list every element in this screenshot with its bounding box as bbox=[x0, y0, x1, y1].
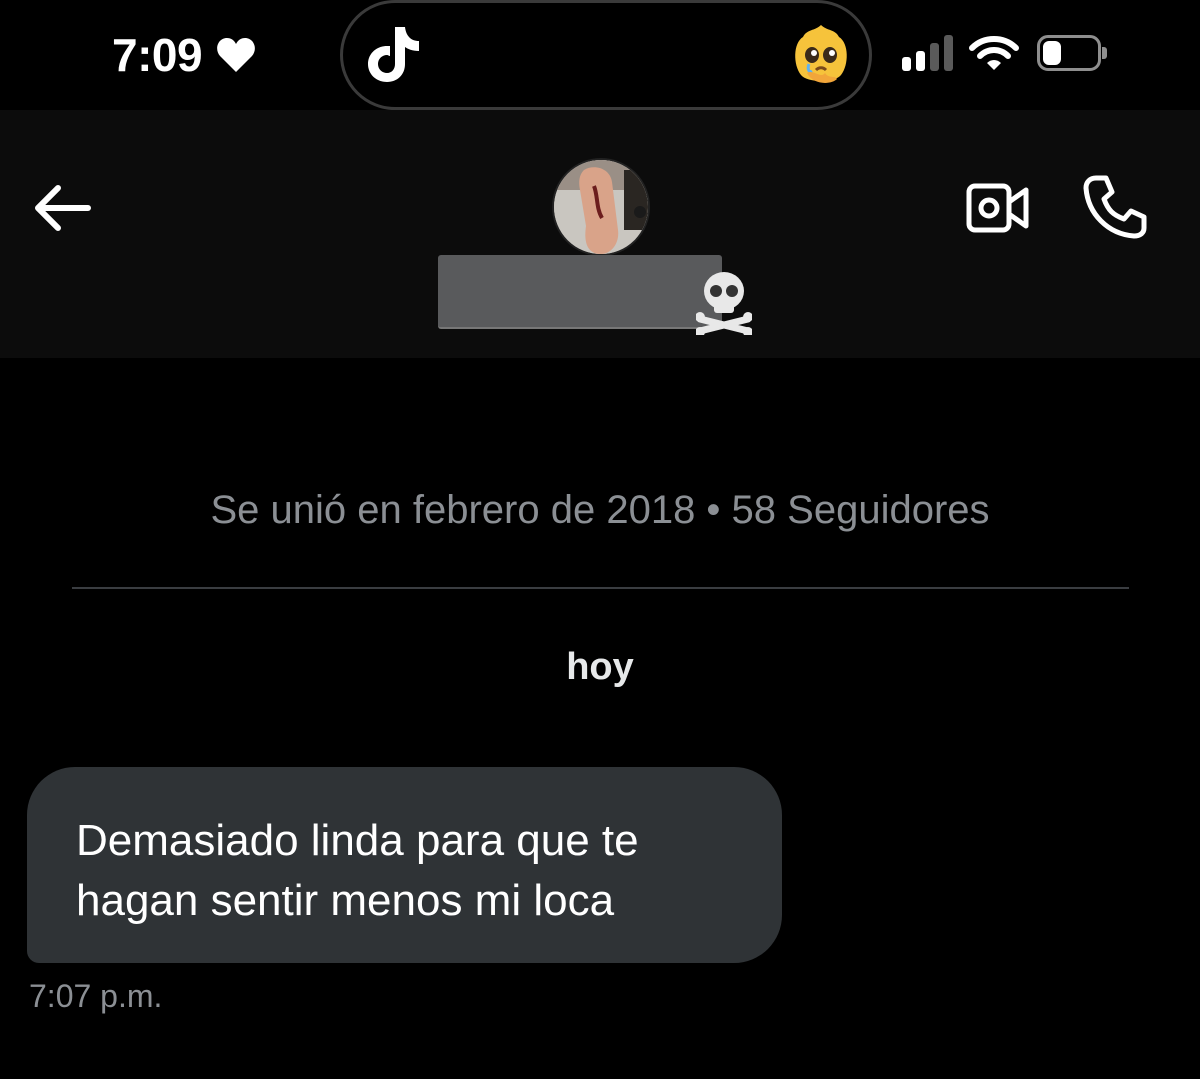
status-bar: 7:09 bbox=[0, 0, 1200, 110]
skull-crossbones-emoji bbox=[696, 272, 752, 335]
message-timestamp: 7:07 p.m. bbox=[29, 978, 163, 1014]
pleading-face-emoji bbox=[795, 25, 847, 83]
wifi-icon bbox=[969, 36, 1019, 70]
status-clock: 7:09 bbox=[112, 29, 203, 81]
avatar-image bbox=[554, 160, 648, 254]
profile-joined-info: Se unió en febrero de 2018 • 58 Seguidor… bbox=[210, 488, 990, 532]
video-camera-icon[interactable] bbox=[966, 180, 1030, 236]
phone-icon[interactable] bbox=[1082, 174, 1148, 240]
heart-icon bbox=[217, 38, 255, 72]
signal-bar bbox=[944, 35, 953, 71]
status-indicators bbox=[902, 34, 1107, 72]
dm-conversation-screen: 7:09 Se unió en febrero de 2018 • 58 Seg… bbox=[0, 0, 1200, 1079]
signal-bar bbox=[916, 51, 925, 71]
signal-bar bbox=[930, 43, 939, 71]
tiktok-icon bbox=[368, 27, 419, 82]
message-text: Demasiado linda para que te hagan sentir… bbox=[76, 816, 639, 925]
conversation-header bbox=[0, 110, 1200, 358]
battery-fill bbox=[1043, 41, 1061, 65]
divider bbox=[72, 587, 1129, 589]
battery-icon bbox=[1037, 35, 1107, 71]
received-message-bubble[interactable]: Demasiado linda para que te hagan sentir… bbox=[27, 767, 782, 963]
battery-nub bbox=[1102, 47, 1107, 59]
cellular-signal-icon bbox=[902, 35, 953, 71]
day-separator-label: hoy bbox=[566, 646, 634, 688]
signal-bar bbox=[902, 57, 911, 71]
status-time-group: 7:09 bbox=[112, 28, 256, 82]
profile-avatar[interactable] bbox=[552, 158, 650, 256]
back-arrow-icon[interactable] bbox=[30, 180, 94, 236]
dynamic-island[interactable] bbox=[340, 0, 872, 110]
name-redaction bbox=[438, 255, 722, 329]
